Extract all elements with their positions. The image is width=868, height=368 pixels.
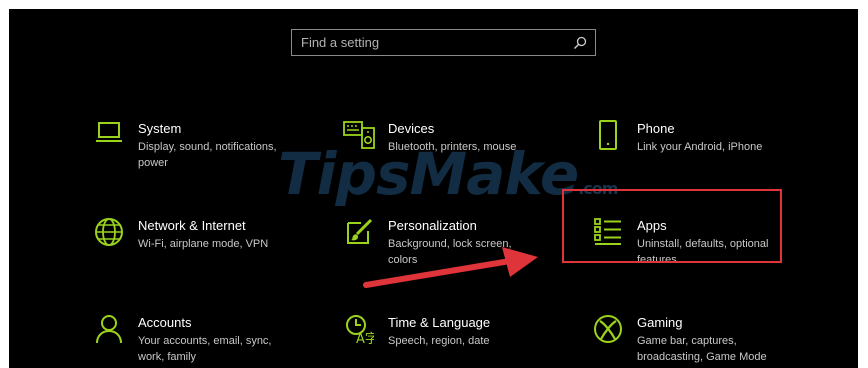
tile-title: Accounts (138, 315, 192, 330)
tile-system[interactable]: System Display, sound, notifications, po… (92, 120, 290, 171)
tile-network-internet[interactable]: Network & Internet Wi-Fi, airplane mode,… (92, 217, 290, 252)
tile-title: Network & Internet (138, 218, 246, 233)
tile-time-language[interactable]: A字 Time & Language Speech, region, date (342, 314, 540, 349)
tile-description: Your accounts, email, sync, work, family (138, 335, 272, 363)
tile-description: Game bar, captures, broadcasting, Game M… (637, 335, 767, 363)
tile-title: Personalization (388, 218, 477, 233)
search-input[interactable]: Find a setting (301, 35, 379, 50)
tile-description: Wi-Fi, airplane mode, VPN (138, 238, 269, 250)
person-icon (92, 314, 126, 348)
highlight-box (562, 189, 782, 263)
search-box[interactable]: Find a setting (291, 29, 596, 56)
tile-title: Phone (637, 121, 675, 136)
search-icon[interactable] (573, 36, 587, 50)
tile-description: Display, sound, notifications, power (138, 141, 277, 169)
tile-title: Time & Language (388, 315, 491, 330)
tile-description: Link your Android, iPhone (637, 141, 763, 153)
tile-accounts[interactable]: Accounts Your accounts, email, sync, wor… (92, 314, 290, 365)
laptop-icon (92, 120, 126, 154)
annotation-arrow (363, 247, 538, 288)
tile-gaming[interactable]: Gaming Game bar, captures, broadcasting,… (591, 314, 789, 365)
tile-title: Devices (388, 121, 435, 136)
globe-icon (92, 217, 126, 251)
tile-title: System (138, 121, 182, 136)
xbox-icon (591, 314, 625, 348)
time-language-icon: A字 (342, 314, 376, 348)
tile-title: Gaming (637, 315, 683, 330)
svg-text:A字: A字 (356, 332, 374, 344)
tile-description: Speech, region, date (388, 335, 490, 347)
tile-phone[interactable]: Phone Link your Android, iPhone (591, 120, 789, 155)
